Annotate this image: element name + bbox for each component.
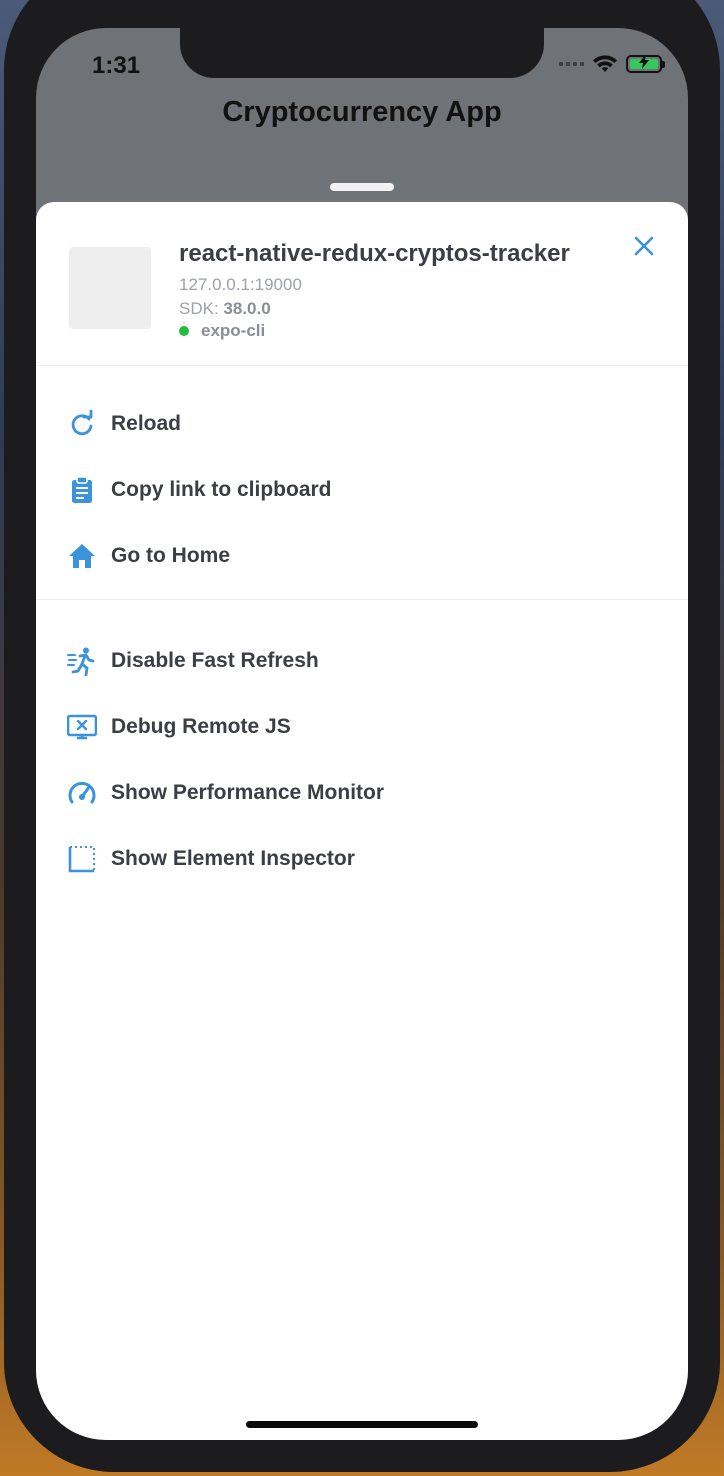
inspector-select-icon bbox=[67, 844, 97, 874]
show-element-inspector-label: Show Element Inspector bbox=[111, 847, 355, 870]
copy-link-button[interactable]: Copy link to clipboard bbox=[36, 457, 688, 523]
sheet-grabber[interactable] bbox=[330, 183, 394, 191]
debug-remote-js-label: Debug Remote JS bbox=[111, 715, 291, 738]
debug-remote-js-button[interactable]: Debug Remote JS bbox=[36, 694, 688, 760]
running-figure-icon bbox=[67, 646, 97, 676]
cellular-signal-icon bbox=[559, 62, 584, 66]
sdk-label: SDK: bbox=[179, 299, 219, 318]
reload-button[interactable]: Reload bbox=[36, 391, 688, 457]
device-screen: 1:31 Cryptocurrency App react-native-red… bbox=[36, 28, 688, 1440]
disable-fast-refresh-label: Disable Fast Refresh bbox=[111, 649, 319, 672]
dev-menu-sheet: react-native-redux-cryptos-tracker 127.0… bbox=[36, 202, 688, 1440]
battery-icon bbox=[626, 55, 665, 73]
go-to-home-label: Go to Home bbox=[111, 544, 230, 567]
show-performance-monitor-label: Show Performance Monitor bbox=[111, 781, 385, 804]
dev-menu-primary-section: Reload Copy link to clipboard Go to Home bbox=[36, 366, 688, 599]
dev-menu-debug-section: Disable Fast Refresh Debug Remote JS Sho… bbox=[36, 599, 688, 906]
app-icon-placeholder bbox=[69, 247, 151, 329]
remote-debug-monitor-icon bbox=[67, 712, 97, 742]
home-indicator[interactable] bbox=[246, 1421, 478, 1428]
clipboard-icon bbox=[67, 475, 97, 505]
dev-server-host: 127.0.0.1:19000 bbox=[179, 275, 302, 294]
go-to-home-button[interactable]: Go to Home bbox=[36, 523, 688, 589]
reload-icon bbox=[67, 409, 97, 439]
wifi-icon bbox=[593, 55, 617, 72]
runtime-label: expo-cli bbox=[201, 321, 266, 340]
notch bbox=[180, 28, 544, 78]
disable-fast-refresh-button[interactable]: Disable Fast Refresh bbox=[36, 628, 688, 694]
status-indicators bbox=[559, 54, 665, 74]
sdk-version: SDK: 38.0.0 bbox=[179, 299, 271, 319]
close-icon[interactable] bbox=[630, 232, 658, 260]
runtime-indicator: expo-cli bbox=[179, 321, 265, 341]
copy-link-label: Copy link to clipboard bbox=[111, 478, 332, 501]
app-title: Cryptocurrency App bbox=[222, 96, 502, 128]
speedometer-icon bbox=[67, 778, 97, 808]
reload-label: Reload bbox=[111, 412, 182, 435]
status-dot-icon bbox=[179, 326, 189, 336]
dev-menu-header: react-native-redux-cryptos-tracker 127.0… bbox=[36, 202, 688, 366]
status-time: 1:31 bbox=[92, 52, 141, 79]
sdk-version-value: 38.0.0 bbox=[223, 299, 271, 318]
show-element-inspector-button[interactable]: Show Element Inspector bbox=[36, 826, 688, 892]
show-performance-monitor-button[interactable]: Show Performance Monitor bbox=[36, 760, 688, 826]
project-name: react-native-redux-cryptos-tracker bbox=[179, 240, 570, 267]
home-icon bbox=[67, 541, 97, 571]
